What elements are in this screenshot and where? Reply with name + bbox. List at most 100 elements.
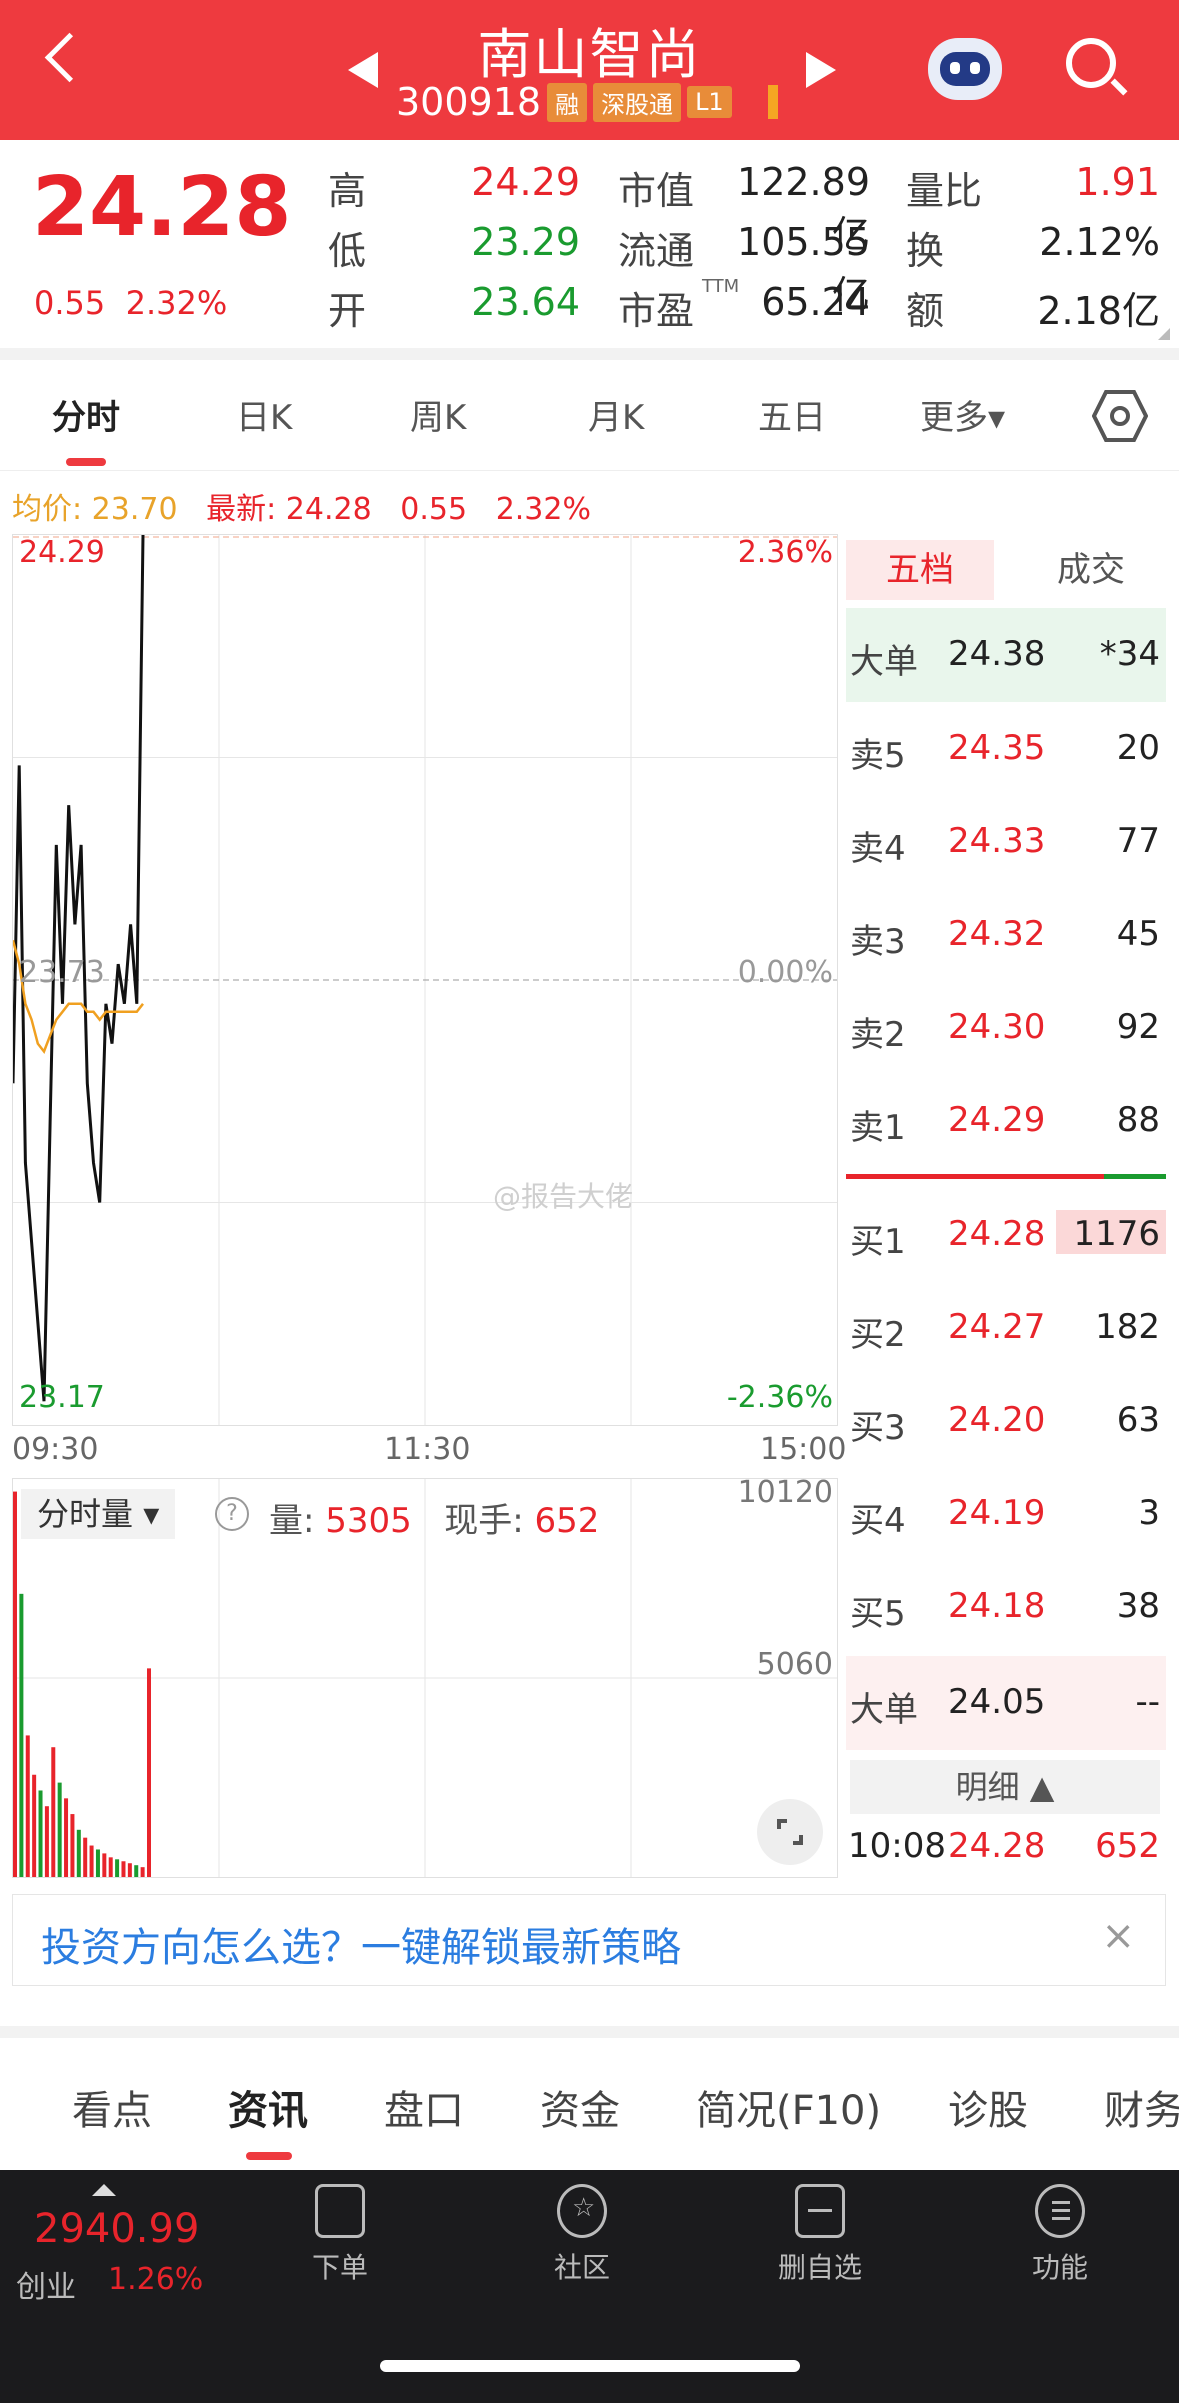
tab-more[interactable]: 更多▾ (920, 390, 1005, 439)
x-label-close: 15:00 (760, 1432, 847, 1467)
volratio-label: 量比 (906, 169, 983, 213)
ask-row[interactable]: 卖5 24.35 20 (846, 702, 1166, 796)
order-button[interactable]: 下单 (280, 2184, 400, 2286)
menu-circle-icon (1035, 2184, 1085, 2238)
bid-row[interactable]: 买5 24.18 38 (846, 1560, 1166, 1654)
bid-volume: 3 (1138, 1493, 1160, 1533)
ask-price: 24.33 (948, 821, 1046, 861)
volratio-value: 1.91 (1075, 160, 1160, 204)
volume-bar (95, 1849, 100, 1877)
y-bottom-label: 23.17 (19, 1380, 105, 1415)
index-value[interactable]: 2940.99 (34, 2206, 199, 2252)
tab-five-levels[interactable]: 五档 (846, 540, 994, 600)
active-tab-indicator (66, 458, 106, 466)
volume-readout: 量: 5305 现手: 652 (269, 1493, 599, 1542)
volume-mode-dropdown[interactable]: 分时量 ▾ (21, 1489, 176, 1539)
low-label: 低 (328, 229, 367, 273)
amount-value: 2.18亿 (1037, 289, 1160, 333)
bid-ask-ratio-green (1104, 1174, 1166, 1179)
watermark: @报告大佬 (493, 1180, 634, 1213)
bid-price: 24.18 (948, 1586, 1046, 1626)
ask-row[interactable]: 卖1 24.29 88 (846, 1074, 1166, 1168)
help-icon[interactable]: ? (215, 1497, 249, 1531)
mktcap-label: 市值 (618, 169, 695, 213)
tab-handicap[interactable]: 盘口 (384, 2078, 464, 2136)
app-header: 南山智尚 300918 融 深股通 L1 (0, 0, 1179, 140)
bid-row[interactable]: 买1 24.28 1176 (846, 1188, 1166, 1282)
tab-monthly-k[interactable]: 月K (588, 390, 644, 439)
bid-row[interactable]: 买3 24.20 63 (846, 1374, 1166, 1468)
search-icon[interactable] (1066, 38, 1116, 88)
big-order-top: 大单 24.38 *34 (846, 608, 1166, 702)
volume-chart[interactable]: 分时量 ▾ ? 量: 5305 现手: 652 10120 5060 (12, 1475, 838, 1878)
ask-row[interactable]: 卖4 24.33 77 (846, 795, 1166, 889)
expand-index-icon[interactable] (92, 2184, 116, 2196)
chart-settings-icon[interactable] (1092, 390, 1148, 442)
index-name: 创业 (16, 2270, 76, 2305)
volume-bar (64, 1798, 69, 1877)
expand-corner-icon[interactable] (1158, 328, 1170, 340)
pe-value: 65.24 (761, 280, 870, 324)
latest-price: 最新: 24.28 (206, 492, 372, 527)
tab-weekly-k[interactable]: 周K (410, 390, 466, 439)
bid-row[interactable]: 买2 24.27 182 (846, 1281, 1166, 1375)
minus-box-icon (795, 2184, 845, 2238)
level-tag: L1 (687, 86, 732, 118)
activity-bar-icon (767, 85, 778, 119)
volume-bar (70, 1814, 75, 1877)
prev-stock-icon[interactable] (348, 52, 378, 88)
bid-volume: 1176 (1073, 1214, 1160, 1254)
tab-profile[interactable]: 简况(F10) (696, 2078, 881, 2136)
tick-price: 24.28 (948, 1826, 1046, 1866)
vol-value: 5305 (325, 1501, 412, 1541)
tab-finance[interactable]: 财务 (1104, 2078, 1179, 2136)
latest-change: 0.55 (400, 492, 468, 527)
volume-bar (13, 1491, 17, 1877)
x-label-open: 09:30 (12, 1432, 99, 1467)
ask-price: 24.29 (948, 1100, 1046, 1140)
pct-bottom-label: -2.36% (726, 1380, 833, 1415)
margin-tag: 融 (547, 82, 588, 122)
intraday-chart[interactable]: 24.29 2.36% 23.73 0.00% 23.17 -2.36% @报告… (12, 534, 838, 1426)
bid-price: 24.20 (948, 1400, 1046, 1440)
section-separator-2 (0, 2026, 1179, 2038)
ask-row[interactable]: 卖2 24.30 92 (846, 981, 1166, 1075)
next-stock-icon[interactable] (806, 52, 836, 88)
functions-label: 功能 (1031, 2251, 1088, 2284)
bid-row[interactable]: 买4 24.19 3 (846, 1467, 1166, 1561)
tab-five-day[interactable]: 五日 (758, 390, 826, 439)
community-label: 社区 (553, 2251, 610, 2284)
assistant-robot-icon[interactable] (928, 38, 1002, 100)
tab-highlights[interactable]: 看点 (72, 2078, 152, 2136)
volume-bar (147, 1668, 151, 1877)
bid-price: 24.27 (948, 1307, 1046, 1347)
community-button[interactable]: ☆ 社区 (522, 2184, 642, 2286)
promo-text[interactable]: 投资方向怎么选？一键解锁最新策略 (41, 1915, 681, 1973)
volume-bar (108, 1857, 113, 1877)
ask-row[interactable]: 卖3 24.32 45 (846, 888, 1166, 982)
functions-button[interactable]: 功能 (1000, 2184, 1120, 2286)
volume-bar (89, 1845, 94, 1877)
low-value: 23.29 (471, 220, 580, 264)
ask-volume: 45 (1116, 914, 1160, 954)
promo-banner[interactable]: 投资方向怎么选？一键解锁最新策略 × (12, 1894, 1166, 1986)
tab-diagnosis[interactable]: 诊股 (948, 2078, 1028, 2136)
remove-watchlist-button[interactable]: 删自选 (760, 2184, 880, 2286)
bid-volume: 38 (1116, 1586, 1160, 1626)
tab-daily-k[interactable]: 日K (236, 390, 292, 439)
volume-bar (25, 1735, 30, 1877)
tab-funds[interactable]: 资金 (540, 2078, 620, 2136)
detail-toggle[interactable]: 明细 ▲ (850, 1760, 1160, 1814)
ask-price: 24.35 (948, 728, 1046, 768)
fullscreen-icon[interactable] (757, 1799, 823, 1865)
price-chart-svg (13, 535, 837, 1425)
bid-level: 买3 (850, 1408, 906, 1448)
turnover-value: 2.12% (1039, 220, 1160, 264)
volume-bar (32, 1774, 37, 1877)
tab-trades[interactable]: 成交 (1016, 540, 1166, 600)
tab-news[interactable]: 资讯 (228, 2078, 308, 2136)
bid-level: 买2 (850, 1315, 906, 1355)
tab-intraday[interactable]: 分时 (52, 390, 120, 439)
home-indicator[interactable] (380, 2360, 800, 2372)
close-icon[interactable]: × (1101, 1913, 1135, 1959)
